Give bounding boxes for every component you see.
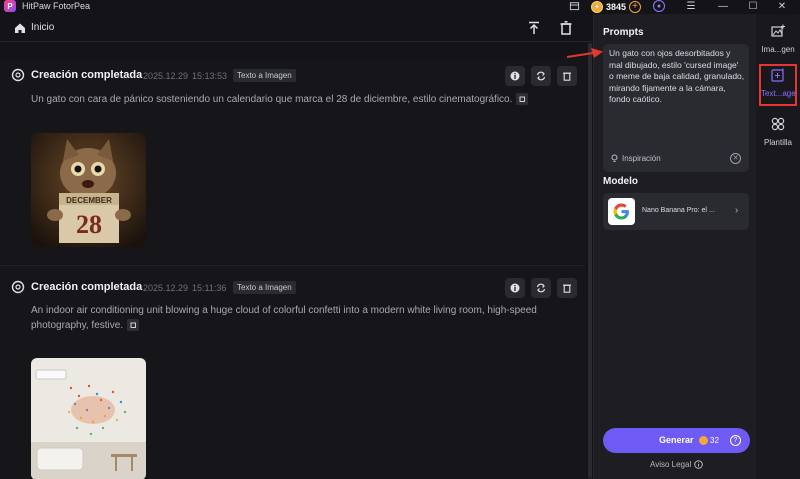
- rail-label: Plantilla: [763, 138, 792, 147]
- refresh-icon: [536, 71, 546, 81]
- trash-icon: [563, 284, 571, 293]
- regenerate-button[interactable]: [531, 278, 551, 298]
- breadcrumb: Inicio: [0, 14, 593, 42]
- info-button[interactable]: [505, 66, 525, 86]
- prompt-input[interactable]: Un gato con ojos desorbitados y mal dibu…: [603, 44, 749, 172]
- tool-rail: Ima...gen Text...age Plantilla: [756, 14, 800, 479]
- info-icon: [510, 283, 520, 293]
- ai-logo-icon: [11, 280, 25, 294]
- scrollbar-thumb[interactable]: [588, 43, 592, 478]
- creation-card: Creación completada 2025.12.29 15:13:53 …: [0, 58, 586, 263]
- rail-label: Text...age: [761, 89, 796, 98]
- prompt-input-text[interactable]: Un gato con ojos desorbitados y mal dibu…: [609, 48, 745, 106]
- model-name: Nano Banana Pro: el ...: [642, 207, 715, 214]
- delete-button[interactable]: [557, 66, 577, 86]
- rail-item-template[interactable]: Plantilla: [759, 115, 797, 151]
- app-logo-icon: P: [4, 0, 16, 12]
- copy-icon[interactable]: [516, 93, 529, 106]
- help-icon[interactable]: ?: [730, 435, 741, 446]
- copy-icon[interactable]: [127, 319, 140, 332]
- generate-cost: 32: [710, 436, 719, 445]
- creation-card: Creación completada 2025.12.29 15:11:36 …: [0, 265, 586, 479]
- chevron-right-icon: ›: [735, 205, 739, 216]
- upload-icon[interactable]: [525, 19, 543, 37]
- info-button[interactable]: [505, 278, 525, 298]
- home-icon[interactable]: [14, 22, 26, 34]
- inspiration-button[interactable]: Inspiración: [610, 154, 661, 163]
- user-icon[interactable]: ●: [653, 0, 665, 12]
- model-heading: Modelo: [603, 176, 638, 187]
- status-label: Creación completada: [31, 69, 143, 81]
- clear-prompt-icon[interactable]: ✕: [730, 153, 741, 164]
- legal-link[interactable]: Aviso Legal: [650, 460, 704, 469]
- generate-label: Generar: [659, 435, 694, 445]
- lightbulb-icon: [611, 154, 618, 162]
- close-icon[interactable]: ✕: [775, 0, 789, 13]
- prompt-label: An indoor air conditioning unit blowing …: [31, 305, 537, 331]
- rail-label: Ima...gen: [761, 45, 795, 54]
- info-icon: [694, 460, 704, 469]
- add-coins-icon[interactable]: +: [629, 0, 642, 13]
- generated-image-confetti[interactable]: [31, 358, 146, 479]
- menu-icon[interactable]: ☰: [684, 0, 698, 13]
- generate-button[interactable]: Generar 32 ?: [603, 428, 750, 453]
- template-icon: [771, 117, 785, 131]
- trash-icon: [563, 72, 571, 81]
- coin-icon: [699, 436, 708, 445]
- minimize-icon[interactable]: —: [716, 0, 730, 13]
- prompt-text: An indoor air conditioning unit blowing …: [31, 303, 561, 333]
- prompt-text: Un gato con cara de pánico sosteniendo u…: [31, 92, 551, 107]
- trash-icon[interactable]: [557, 19, 575, 37]
- rail-item-image[interactable]: Ima...gen: [759, 22, 797, 58]
- ai-logo-icon: [11, 68, 25, 82]
- mode-badge: Texto a Imagen: [233, 281, 296, 294]
- app-title: HitPaw FotorPea: [22, 1, 91, 11]
- coin-count: 3845: [606, 1, 627, 12]
- coin-balance[interactable]: ✦ 3845 +: [591, 0, 642, 13]
- date-label: 2025.12.29: [143, 71, 189, 81]
- annotation-arrow-icon: [567, 48, 603, 58]
- coin-icon: ✦: [591, 0, 603, 13]
- regenerate-button[interactable]: [531, 66, 551, 86]
- model-selector[interactable]: Nano Banana Pro: el ... ›: [603, 193, 749, 230]
- title-bar: P HitPaw FotorPea ✦ 3845 + ● ☰ — ☐ ✕: [0, 0, 800, 14]
- generated-image-cat[interactable]: DECEMBER 28: [31, 133, 146, 247]
- time-label: 15:13:53: [192, 71, 228, 81]
- gift-icon[interactable]: [567, 0, 581, 13]
- calendar-month-text: DECEMBER: [66, 196, 112, 205]
- legal-label: Aviso Legal: [650, 460, 692, 469]
- prompt-label: Un gato con cara de pánico sosteniendo u…: [31, 94, 513, 105]
- time-label: 15:11:36: [192, 283, 227, 293]
- mode-badge: Texto a Imagen: [233, 69, 296, 82]
- info-icon: [510, 71, 520, 81]
- google-logo-icon: [608, 198, 635, 225]
- rail-item-text-to-image[interactable]: Text...age: [759, 64, 797, 106]
- image-plus-icon: [771, 24, 785, 37]
- generation-panel: Prompts Un gato con ojos desorbitados y …: [593, 14, 756, 479]
- calendar-day-text: 28: [76, 210, 102, 239]
- date-label: 2025.12.29: [143, 283, 189, 293]
- text-to-image-icon: [771, 68, 784, 82]
- feed-scrollbar[interactable]: [588, 43, 592, 479]
- refresh-icon: [536, 283, 546, 293]
- maximize-icon[interactable]: ☐: [746, 0, 760, 13]
- creation-feed: Creación completada 2025.12.29 15:13:53 …: [0, 43, 593, 479]
- home-link[interactable]: Inicio: [31, 22, 54, 33]
- prompts-heading: Prompts: [603, 27, 644, 38]
- delete-button[interactable]: [557, 278, 577, 298]
- status-label: Creación completada: [31, 281, 143, 293]
- inspiration-label: Inspiración: [622, 154, 661, 163]
